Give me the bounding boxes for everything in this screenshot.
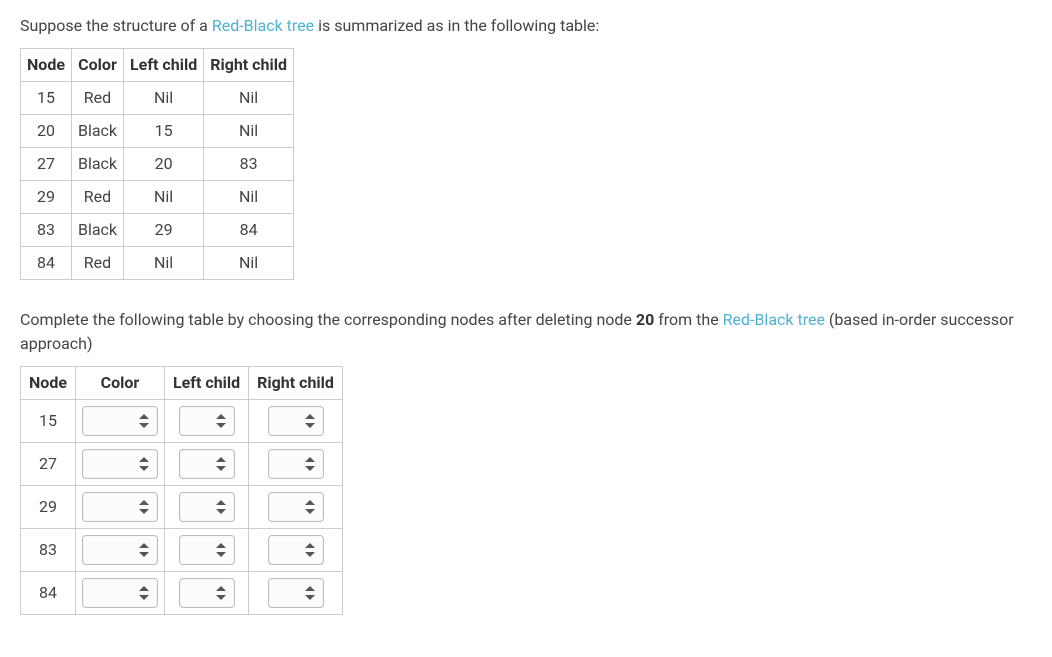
sort-icon xyxy=(305,543,315,557)
th-color: Color xyxy=(71,49,123,82)
th-left: Left child xyxy=(124,49,204,82)
right-child-select[interactable] xyxy=(268,535,324,565)
cell-left: 29 xyxy=(124,214,204,247)
table-row: 27 xyxy=(21,443,343,486)
cell-right: Nil xyxy=(204,247,294,280)
th-color: Color xyxy=(75,367,164,400)
para2-prefix: Complete the following table by choosing… xyxy=(20,310,636,329)
cell-right: 84 xyxy=(204,214,294,247)
table-row: 29 Red Nil Nil xyxy=(21,181,294,214)
sort-icon xyxy=(305,500,315,514)
table-header-row: Node Color Left child Right child xyxy=(21,49,294,82)
sort-icon xyxy=(216,457,226,471)
th-right: Right child xyxy=(204,49,294,82)
sort-icon xyxy=(139,500,149,514)
table-row: 27 Black 20 83 xyxy=(21,148,294,181)
cell-node: 29 xyxy=(21,181,72,214)
cell-right: Nil xyxy=(204,82,294,115)
tree-structure-table: Node Color Left child Right child 15 Red… xyxy=(20,48,294,280)
sort-icon xyxy=(216,543,226,557)
table-row: 84 xyxy=(21,572,343,615)
cell-node: 15 xyxy=(21,400,76,443)
cell-color: Black xyxy=(71,214,123,247)
sort-icon xyxy=(139,457,149,471)
cell-right: Nil xyxy=(204,115,294,148)
deleted-node-bold: 20 xyxy=(636,310,654,329)
answer-table: Node Color Left child Right child 15 27 … xyxy=(20,366,343,615)
intro-prefix: Suppose the structure of a xyxy=(20,16,212,35)
cell-color: Black xyxy=(71,115,123,148)
cell-left: Nil xyxy=(124,82,204,115)
color-select[interactable] xyxy=(82,492,158,522)
sort-icon xyxy=(305,457,315,471)
table-row: 83 xyxy=(21,529,343,572)
cell-right: Nil xyxy=(204,181,294,214)
cell-left: 15 xyxy=(124,115,204,148)
cell-node: 15 xyxy=(21,82,72,115)
table-row: 83 Black 29 84 xyxy=(21,214,294,247)
red-black-tree-link-2[interactable]: Red-Black tree xyxy=(723,310,825,329)
table-row: 29 xyxy=(21,486,343,529)
left-child-select[interactable] xyxy=(179,535,235,565)
left-child-select[interactable] xyxy=(179,578,235,608)
left-child-select[interactable] xyxy=(179,406,235,436)
right-child-select[interactable] xyxy=(268,449,324,479)
sort-icon xyxy=(139,543,149,557)
left-child-select[interactable] xyxy=(179,449,235,479)
instruction-paragraph: Complete the following table by choosing… xyxy=(20,308,1032,356)
right-child-select[interactable] xyxy=(268,578,324,608)
sort-icon xyxy=(139,414,149,428)
cell-node: 84 xyxy=(21,572,76,615)
right-child-select[interactable] xyxy=(268,406,324,436)
red-black-tree-link-1[interactable]: Red-Black tree xyxy=(212,16,314,35)
cell-color: Red xyxy=(71,181,123,214)
intro-paragraph: Suppose the structure of a Red-Black tre… xyxy=(20,14,1032,38)
th-node: Node xyxy=(21,367,76,400)
cell-node: 83 xyxy=(21,214,72,247)
cell-color: Red xyxy=(71,247,123,280)
table-row: 20 Black 15 Nil xyxy=(21,115,294,148)
cell-node: 83 xyxy=(21,529,76,572)
intro-suffix: is summarized as in the following table: xyxy=(314,16,599,35)
table-header-row: Node Color Left child Right child xyxy=(21,367,343,400)
sort-icon xyxy=(216,586,226,600)
cell-node: 27 xyxy=(21,443,76,486)
cell-left: 20 xyxy=(124,148,204,181)
sort-icon xyxy=(216,500,226,514)
color-select[interactable] xyxy=(82,535,158,565)
para2-mid: from the xyxy=(654,310,722,329)
cell-node: 29 xyxy=(21,486,76,529)
table-row: 15 xyxy=(21,400,343,443)
left-child-select[interactable] xyxy=(179,492,235,522)
cell-node: 84 xyxy=(21,247,72,280)
color-select[interactable] xyxy=(82,449,158,479)
sort-icon xyxy=(305,586,315,600)
cell-color: Black xyxy=(71,148,123,181)
th-right: Right child xyxy=(249,367,343,400)
sort-icon xyxy=(216,414,226,428)
cell-right: 83 xyxy=(204,148,294,181)
cell-node: 20 xyxy=(21,115,72,148)
sort-icon xyxy=(305,414,315,428)
cell-color: Red xyxy=(71,82,123,115)
th-left: Left child xyxy=(164,367,248,400)
right-child-select[interactable] xyxy=(268,492,324,522)
cell-left: Nil xyxy=(124,181,204,214)
color-select[interactable] xyxy=(82,578,158,608)
th-node: Node xyxy=(21,49,72,82)
cell-left: Nil xyxy=(124,247,204,280)
color-select[interactable] xyxy=(82,406,158,436)
table-row: 84 Red Nil Nil xyxy=(21,247,294,280)
cell-node: 27 xyxy=(21,148,72,181)
sort-icon xyxy=(139,586,149,600)
table-row: 15 Red Nil Nil xyxy=(21,82,294,115)
